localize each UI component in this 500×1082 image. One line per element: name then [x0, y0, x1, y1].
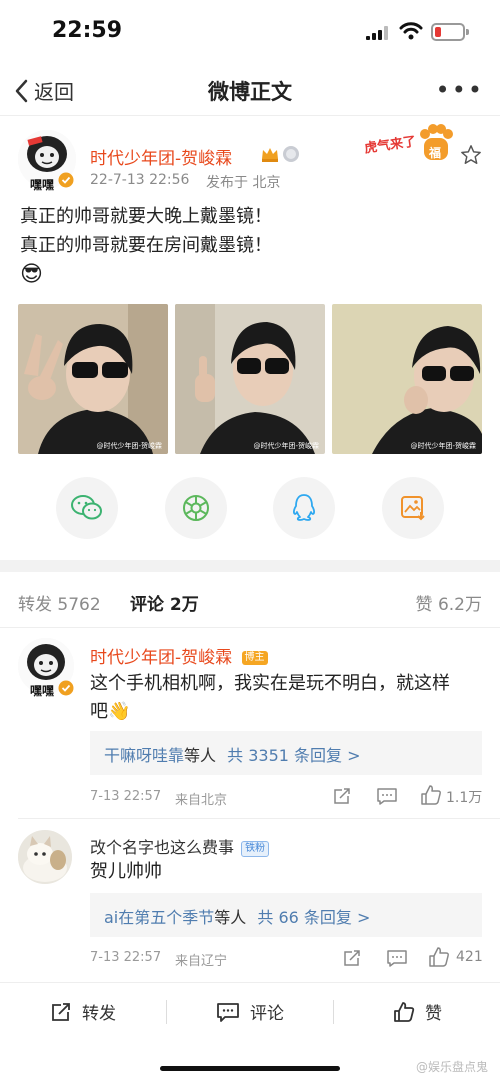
post-timestamp: 22-7-13 22:56 — [90, 172, 190, 188]
commenter-name-text: 改个名字也这么费事 — [90, 838, 235, 857]
reply-count: 共 66 条回复 > — [257, 908, 371, 927]
page-title: 微博正文 — [208, 80, 292, 104]
reply-comment-icon[interactable] — [386, 948, 408, 968]
comment-location: 来自北京 — [175, 793, 228, 808]
event-sticker: 虎气来了 福 — [362, 124, 454, 164]
author-badge: 博主 — [241, 651, 268, 665]
sticker-badge: 福 — [429, 146, 442, 160]
thumbs-up-icon[interactable] — [428, 946, 450, 968]
sticker-text: 虎气来了 — [363, 134, 418, 157]
commenter-name[interactable]: 时代少年团-贺峻霖 博主 — [90, 643, 268, 668]
more-options-button[interactable]: ••• — [436, 76, 484, 104]
section-divider — [0, 560, 500, 572]
verified-badge-icon — [58, 172, 74, 188]
share-moments-button[interactable] — [165, 477, 227, 539]
post-photo-2[interactable]: @时代少年团-贺峻霖 — [175, 304, 325, 454]
comment-text-line-2: 吧👋 — [90, 701, 131, 722]
comment-text: 这个手机相机啊，我实在是玩不明白，就这样 吧👋 — [90, 670, 450, 726]
save-image-icon — [401, 496, 425, 521]
comment-like-count: 1.1万 — [446, 790, 483, 806]
tab-likes[interactable]: 赞 6.2万 — [416, 590, 482, 615]
comment-label: 评论 — [250, 1004, 284, 1024]
medal-badge-icon — [283, 146, 299, 162]
avatar-caption: 嘿嘿 — [30, 178, 55, 192]
signal-icon — [366, 26, 388, 40]
repost-comment-icon[interactable] — [332, 786, 352, 806]
wechat-icon — [71, 495, 102, 520]
like-button[interactable]: 赞 — [393, 999, 442, 1024]
reply-mid: 等人 — [184, 746, 217, 765]
post-line-1: 真正的帅哥就要大晚上戴墨镜！ — [20, 206, 272, 227]
status-time: 22:59 — [52, 18, 123, 43]
comment-divider — [18, 818, 500, 819]
reply-mid: 等人 — [214, 908, 247, 927]
photo-watermark: @时代少年团-贺峻霖 — [96, 442, 162, 450]
photo-watermark: @时代少年团-贺峻霖 — [410, 442, 476, 450]
home-indicator[interactable] — [160, 1066, 340, 1071]
post-photo-3[interactable]: @时代少年团-贺峻霖 — [332, 304, 482, 454]
share-wechat-button[interactable] — [56, 477, 118, 539]
reply-users: ai在第五个季节 — [104, 908, 215, 927]
bar-divider — [166, 1000, 167, 1024]
corner-watermark: @娱乐盘点鬼 — [415, 1060, 488, 1074]
commenter-name-text: 时代少年团-贺峻霖 — [90, 648, 233, 668]
share-qq-button[interactable] — [273, 477, 335, 539]
post-emoji: 😎 — [20, 262, 43, 287]
moments-icon — [183, 495, 209, 521]
comment-text-line-1: 这个手机相机啊，我实在是玩不明白，就这样 — [90, 673, 450, 694]
save-image-button[interactable] — [382, 477, 444, 539]
reply-users: 干嘛呀哇靠 — [104, 746, 185, 765]
selfie-photo-image — [175, 304, 325, 454]
battery-icon — [431, 23, 469, 41]
repost-label: 转发 — [82, 1004, 116, 1024]
commenter-name[interactable]: 改个名字也这么费事 铁粉 — [90, 834, 270, 858]
selfie-photo-image — [332, 304, 482, 454]
like-label: 赞 — [425, 1004, 442, 1024]
comment-icon — [217, 1002, 239, 1022]
tab-comments[interactable]: 评论 2万 — [130, 590, 199, 615]
nav-bar: 返回 微博正文 ••• — [0, 64, 500, 116]
repost-icon — [52, 1002, 70, 1021]
comment-time: 7-13 22:57 — [90, 789, 162, 804]
reply-comment-icon[interactable] — [376, 786, 398, 806]
wifi-icon — [399, 22, 423, 40]
crown-badge-icon — [262, 148, 278, 162]
star-favorite-icon[interactable] — [460, 144, 482, 166]
comment-button[interactable]: 评论 — [216, 999, 284, 1024]
bar-divider — [333, 1000, 334, 1024]
comment-location: 来自辽宁 — [175, 954, 228, 969]
repost-comment-icon[interactable] — [342, 948, 362, 968]
status-bar: 22:59 — [0, 0, 500, 64]
post-photo-1[interactable]: @时代少年团-贺峻霖 — [18, 304, 168, 454]
cat-avatar-image — [18, 830, 72, 884]
post-line-2: 真正的帅哥就要在房间戴墨镜！ — [20, 235, 272, 256]
comment-time: 7-13 22:57 — [90, 950, 162, 965]
bottom-action-bar: 转发 评论 赞 — [0, 982, 500, 1040]
reply-count: 共 3351 条回复 > — [227, 746, 361, 765]
tab-reposts[interactable]: 转发 5762 — [18, 590, 101, 615]
comment-like-count: 421 — [456, 949, 483, 965]
replies-preview[interactable]: ai在第五个季节等人 共 66 条回复 > — [90, 893, 482, 937]
qq-icon — [293, 494, 315, 521]
thumbs-up-icon — [394, 1001, 415, 1022]
post-body: 真正的帅哥就要大晚上戴墨镜！ 真正的帅哥就要在房间戴墨镜！ 😎 — [20, 202, 272, 289]
selfie-photo-image — [18, 304, 168, 454]
interaction-tabs: 转发 5762 评论 2万 赞 6.2万 — [0, 572, 500, 628]
photo-watermark: @时代少年团-贺峻霖 — [253, 442, 319, 450]
commenter-avatar[interactable] — [18, 830, 72, 884]
author-name[interactable]: 时代少年团-贺峻霖 — [90, 144, 232, 169]
post-location: 发布于 北京 — [206, 175, 281, 191]
comment-text: 贺儿帅帅 — [90, 861, 162, 882]
replies-preview[interactable]: 干嘛呀哇靠等人 共 3351 条回复 > — [90, 731, 482, 775]
repost-button[interactable]: 转发 — [50, 999, 116, 1024]
fan-badge: 铁粉 — [241, 840, 270, 857]
avatar-caption: 嘿嘿 — [30, 684, 55, 698]
thumbs-up-icon[interactable] — [420, 784, 442, 806]
verified-badge-icon — [58, 680, 74, 696]
